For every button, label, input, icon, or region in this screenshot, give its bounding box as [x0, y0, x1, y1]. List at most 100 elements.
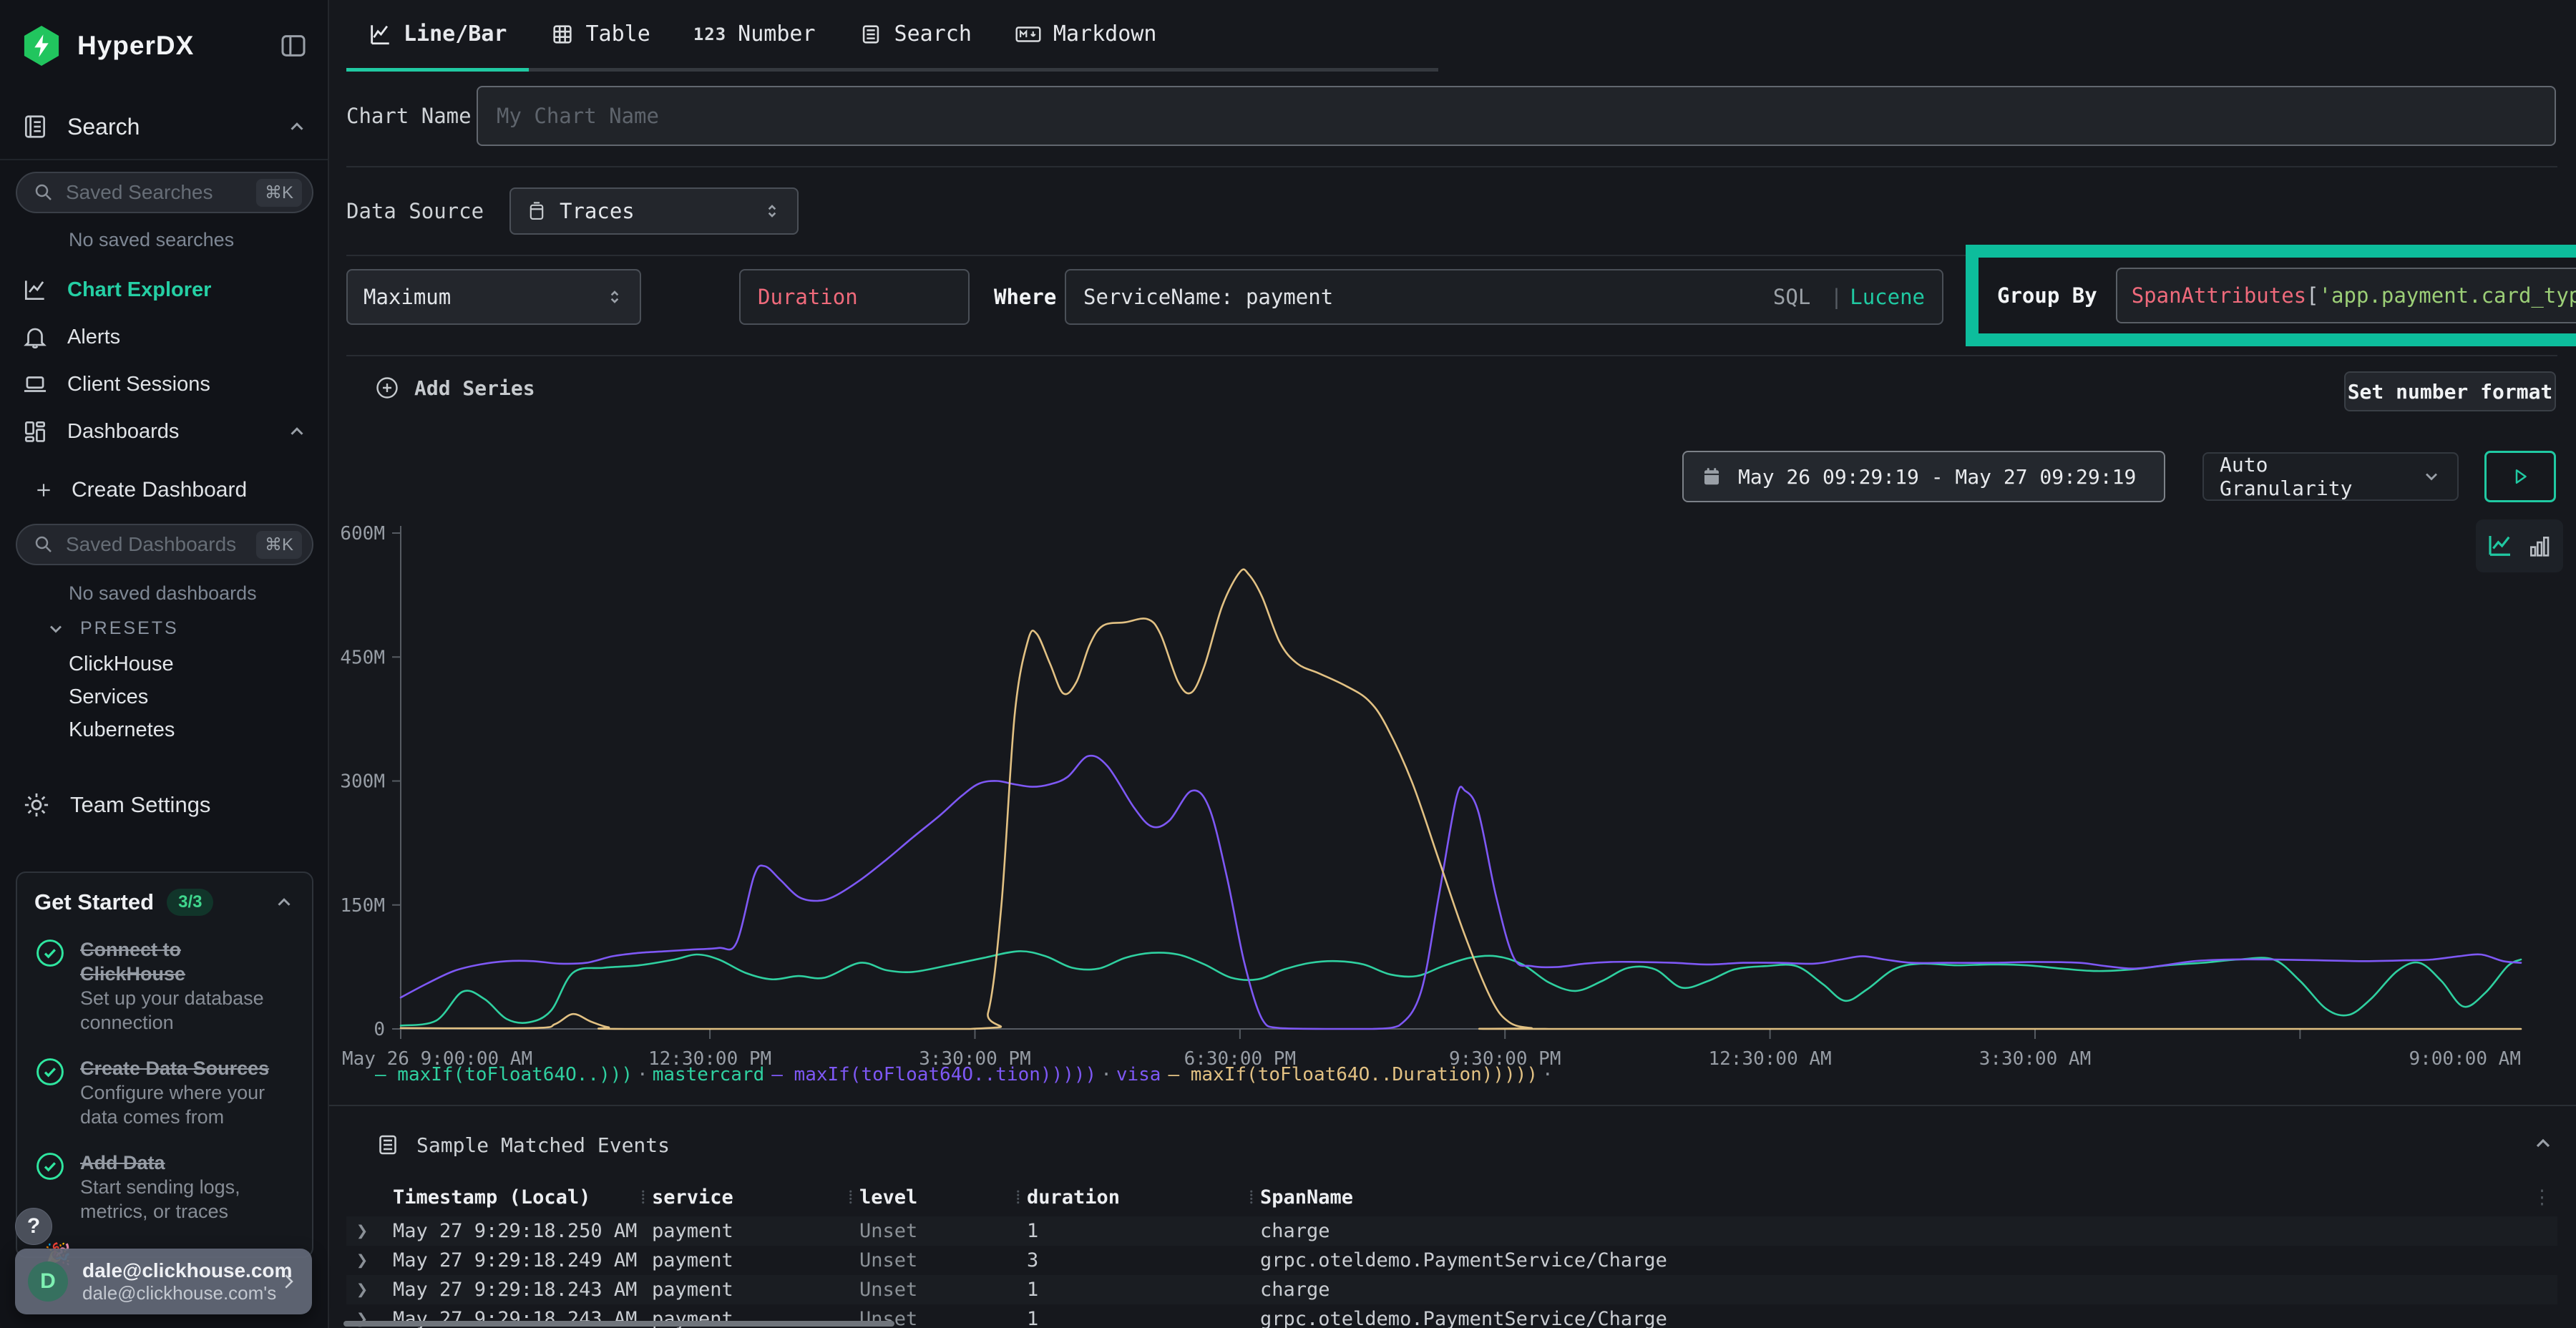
group-by-input[interactable]: SpanAttributes['app.payment.card_type']	[2116, 268, 2576, 323]
chevron-up-icon	[286, 116, 308, 137]
table-cell: 3	[1027, 1249, 1038, 1271]
sidebar-item-client-sessions[interactable]: Client Sessions	[21, 371, 308, 398]
chart-legend[interactable]: — maxIf(toFloat64O..)))·mastercard — maxI…	[375, 1064, 1558, 1085]
table-cell: grpc.oteldemo.PaymentService/Charge	[1260, 1308, 1667, 1328]
col-timestamp[interactable]: Timestamp (Local)	[393, 1186, 590, 1209]
no-saved-searches-note: No saved searches	[69, 229, 234, 251]
sample-events-title: Sample Matched Events	[416, 1133, 670, 1157]
chart-type-toggle[interactable]	[2476, 519, 2563, 572]
get-started-item[interactable]: Create Data Sources Configure where your…	[34, 1056, 295, 1129]
brand-title: HyperDX	[77, 31, 194, 61]
chevron-up-icon	[286, 421, 308, 442]
no-saved-dashboards-note: No saved dashboards	[69, 582, 257, 605]
table-row[interactable]: ❯May 27 9:29:18.250 AMpaymentUnset1charg…	[346, 1216, 2557, 1246]
horizontal-scrollbar[interactable]	[343, 1321, 894, 1327]
create-dashboard-button[interactable]: Create Dashboard	[34, 478, 306, 502]
sidebar-section-search[interactable]: Search	[21, 113, 308, 140]
data-source-select[interactable]: Traces	[509, 187, 799, 235]
chart-name-label: Chart Name	[346, 104, 477, 128]
select-chevrons-icon	[605, 288, 624, 306]
preset-clickhouse[interactable]: ClickHouse	[69, 653, 174, 676]
search-icon	[33, 534, 54, 555]
hyperdx-logo-icon	[21, 26, 62, 66]
sql-language-toggle[interactable]: SQL |Lucene	[1773, 285, 1925, 309]
divider	[329, 1105, 2576, 1106]
get-started-item[interactable]: Add Data Start sending logs, metrics, or…	[34, 1151, 295, 1224]
divider	[346, 166, 2557, 167]
tab-number[interactable]: 123 Number	[672, 0, 837, 68]
table-cell: payment	[652, 1249, 733, 1271]
sidebar-item-alerts[interactable]: Alerts	[21, 323, 308, 351]
bar-chart-toggle-icon[interactable]	[2525, 532, 2554, 560]
kbd-shortcut: ⌘K	[256, 531, 302, 559]
table-cell: grpc.oteldemo.PaymentService/Charge	[1260, 1249, 1667, 1271]
play-icon	[2509, 466, 2531, 487]
svg-text:300M: 300M	[340, 771, 385, 793]
table-row[interactable]: ❯May 27 9:29:18.249 AMpaymentUnset3grpc.…	[346, 1246, 2557, 1275]
get-started-item[interactable]: Connect to ClickHouse Set up your databa…	[34, 937, 295, 1035]
database-icon	[527, 200, 547, 222]
sidebar-item-team-settings[interactable]: Team Settings	[21, 790, 308, 820]
data-source-label: Data Source	[346, 199, 509, 223]
table-cell: charge	[1260, 1220, 1330, 1242]
presets-toggle[interactable]: PRESETS	[46, 618, 179, 639]
column-handle-icon[interactable]: ⁞	[1015, 1186, 1021, 1209]
tab-search[interactable]: Search	[837, 0, 993, 68]
more-vertical-icon[interactable]: ⋮	[2532, 1186, 2552, 1209]
saved-dashboards-input[interactable]	[66, 533, 245, 556]
row-expand-icon[interactable]: ❯	[356, 1249, 368, 1271]
get-started-item-subtitle: Configure where your data comes from	[80, 1080, 289, 1129]
line-chart-icon	[21, 276, 49, 303]
granularity-select[interactable]: Auto Granularity	[2202, 452, 2459, 501]
tab-markdown[interactable]: Markdown	[993, 0, 1179, 68]
legend-item[interactable]: — maxIf(toFloat64O..)))·mastercard	[375, 1064, 764, 1085]
sidebar-item-chart-explorer[interactable]: Chart Explorer	[21, 276, 308, 303]
where-input[interactable]: ServiceName: payment SQL |Lucene	[1065, 269, 1943, 325]
date-range-picker[interactable]: May 26 09:29:19 - May 27 09:29:19	[1682, 451, 2165, 502]
gear-icon	[21, 790, 52, 820]
row-expand-icon[interactable]: ❯	[356, 1220, 368, 1242]
column-handle-icon[interactable]: ⁞	[848, 1186, 854, 1209]
saved-searches-input[interactable]	[66, 181, 245, 204]
preset-services[interactable]: Services	[69, 685, 148, 709]
number-123-icon: 123	[693, 24, 726, 44]
column-handle-icon[interactable]: ⁞	[640, 1186, 646, 1209]
svg-text:0: 0	[374, 1019, 385, 1040]
aggregation-select[interactable]: Maximum	[346, 269, 641, 325]
col-duration[interactable]: duration	[1027, 1186, 1120, 1209]
tab-line-bar[interactable]: Line/Bar	[346, 0, 529, 68]
column-handle-icon[interactable]: ⁞	[1249, 1186, 1254, 1209]
field-input[interactable]: Duration	[739, 269, 970, 325]
col-level[interactable]: level	[859, 1186, 917, 1209]
legend-item[interactable]: — maxIf(toFloat64O..Duration)))))·	[1168, 1064, 1557, 1085]
saved-dashboards-search[interactable]: ⌘K	[16, 524, 313, 565]
lucene-option[interactable]: Lucene	[1850, 285, 1925, 309]
add-series-button[interactable]: Add Series	[374, 375, 535, 401]
line-chart-toggle-icon[interactable]	[2485, 531, 2515, 561]
table-cell: payment	[652, 1220, 733, 1242]
help-button[interactable]: ?	[15, 1208, 52, 1245]
table-row[interactable]: ❯May 27 9:29:18.243 AMpaymentUnset1charg…	[346, 1275, 2557, 1304]
panel-collapse-icon[interactable]	[2532, 1132, 2555, 1155]
col-spanname[interactable]: SpanName	[1260, 1186, 1353, 1209]
svg-text:450M: 450M	[340, 647, 385, 668]
set-number-format-button[interactable]: Set number format	[2344, 371, 2556, 411]
group-by-annotation-highlight: Group By SpanAttributes['app.payment.car…	[1966, 245, 2576, 346]
sample-events-header[interactable]: Sample Matched Events	[375, 1132, 670, 1158]
sidebar-collapse-icon[interactable]	[279, 31, 308, 60]
user-team: dale@clickhouse.com's	[82, 1282, 263, 1304]
legend-item[interactable]: — maxIf(toFloat64O..tion)))))·visa	[771, 1064, 1161, 1085]
row-expand-icon[interactable]: ❯	[356, 1279, 368, 1301]
chevron-up-icon[interactable]	[273, 892, 295, 913]
col-service[interactable]: service	[652, 1186, 733, 1209]
preset-kubernetes[interactable]: Kubernetes	[69, 718, 175, 742]
table-cell: payment	[652, 1279, 733, 1301]
chart-name-input[interactable]	[477, 86, 2556, 146]
sidebar-item-dashboards[interactable]: Dashboards	[21, 418, 308, 445]
tab-table[interactable]: Table	[529, 0, 672, 68]
run-query-button[interactable]	[2484, 451, 2556, 502]
user-menu[interactable]: D dale@clickhouse.com dale@clickhouse.co…	[15, 1249, 312, 1314]
circle-plus-icon	[374, 375, 400, 401]
timeseries-chart[interactable]: 0150M300M450M600M12:30:00 PM3:30:00 PM6:…	[329, 501, 2576, 1073]
saved-searches-search[interactable]: ⌘K	[16, 172, 313, 213]
